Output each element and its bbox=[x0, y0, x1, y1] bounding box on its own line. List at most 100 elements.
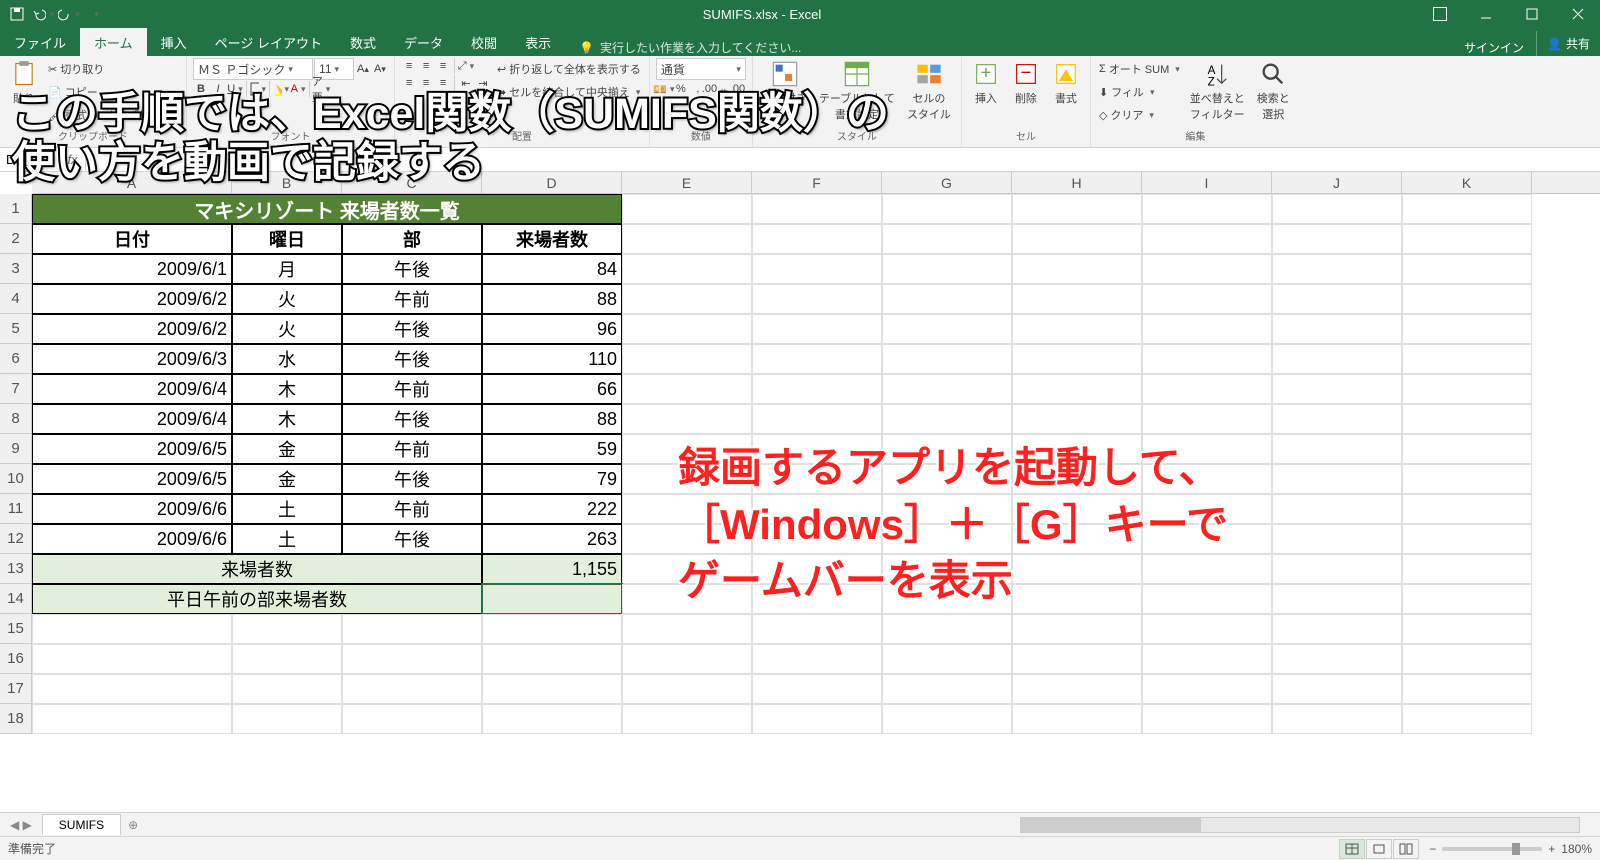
zoom-level[interactable]: 180% bbox=[1561, 842, 1592, 856]
row-7[interactable]: 7 bbox=[0, 374, 32, 404]
delete-cells-button[interactable]: −削除 bbox=[1008, 58, 1044, 108]
cell-part[interactable]: 午前 bbox=[342, 284, 482, 314]
copy-button[interactable]: 📄コピー bbox=[46, 81, 180, 103]
cell-part[interactable]: 午前 bbox=[342, 434, 482, 464]
cell-part[interactable]: 午後 bbox=[342, 404, 482, 434]
fx-button[interactable]: fx bbox=[60, 148, 86, 171]
cell-dow[interactable]: 火 bbox=[232, 314, 342, 344]
row-3[interactable]: 3 bbox=[0, 254, 32, 284]
format-as-table-button[interactable]: テーブルとして書式設定 bbox=[815, 58, 899, 124]
col-E[interactable]: E bbox=[622, 172, 752, 193]
align-center-icon[interactable]: ≡ bbox=[418, 75, 434, 91]
format-cells-button[interactable]: 書式 bbox=[1048, 58, 1084, 108]
cell-visitors[interactable]: 59 bbox=[482, 434, 622, 464]
cell-visitors[interactable]: 96 bbox=[482, 314, 622, 344]
tellme-search[interactable]: 💡 実行したい作業を入力してください... bbox=[565, 39, 801, 56]
cell-date[interactable]: 2009/6/5 bbox=[32, 434, 232, 464]
font-name-combo[interactable]: ＭＳ Ｐゴシック▾ bbox=[193, 58, 313, 80]
tab-home[interactable]: ホーム bbox=[80, 28, 147, 56]
row-1[interactable]: 1 bbox=[0, 194, 32, 224]
align-bottom-icon[interactable]: ≡ bbox=[435, 58, 451, 74]
border-button[interactable]: ▾ bbox=[250, 81, 266, 97]
col-C[interactable]: C bbox=[342, 172, 482, 193]
cell-part[interactable]: 午前 bbox=[342, 494, 482, 524]
page-break-view-icon[interactable] bbox=[1393, 839, 1419, 859]
cell-dow[interactable]: 土 bbox=[232, 494, 342, 524]
name-box[interactable]: D bbox=[0, 148, 60, 171]
cell-dow[interactable]: 火 bbox=[232, 284, 342, 314]
cell-dow[interactable]: 木 bbox=[232, 374, 342, 404]
bold-button[interactable]: B bbox=[193, 81, 209, 97]
col-D[interactable]: D bbox=[482, 172, 622, 193]
tab-pagelayout[interactable]: ページ レイアウト bbox=[201, 28, 336, 56]
underline-button[interactable]: U▾ bbox=[227, 81, 243, 97]
cell-dow[interactable]: 月 bbox=[232, 254, 342, 284]
row-4[interactable]: 4 bbox=[0, 284, 32, 314]
hdr-date[interactable]: 日付 bbox=[32, 224, 232, 254]
sheet-tab[interactable]: SUMIFS bbox=[42, 814, 121, 835]
cell-dow[interactable]: 木 bbox=[232, 404, 342, 434]
active-cell[interactable] bbox=[482, 584, 622, 614]
row-9[interactable]: 9 bbox=[0, 434, 32, 464]
cell-date[interactable]: 2009/6/3 bbox=[32, 344, 232, 374]
hdr-dow[interactable]: 曜日 bbox=[232, 224, 342, 254]
weekday-am-label[interactable]: 平日午前の部来場者数 bbox=[32, 584, 482, 614]
cell-date[interactable]: 2009/6/2 bbox=[32, 284, 232, 314]
row-11[interactable]: 11 bbox=[0, 494, 32, 524]
align-top-icon[interactable]: ≡ bbox=[401, 58, 417, 74]
total-value[interactable]: 1,155 bbox=[482, 554, 622, 584]
row-10[interactable]: 10 bbox=[0, 464, 32, 494]
wrap-text-button[interactable]: ↩折り返して全体を表示する bbox=[495, 58, 643, 80]
cell-date[interactable]: 2009/6/4 bbox=[32, 404, 232, 434]
increase-indent-icon[interactable]: ⇥ bbox=[475, 75, 491, 91]
tab-file[interactable]: ファイル bbox=[0, 28, 80, 56]
signin-button[interactable]: サインイン bbox=[1452, 39, 1536, 56]
cell-part[interactable]: 午後 bbox=[342, 254, 482, 284]
col-F[interactable]: F bbox=[752, 172, 882, 193]
paste-button[interactable]: 貼り bbox=[6, 58, 42, 108]
row-2[interactable]: 2 bbox=[0, 224, 32, 254]
tab-formulas[interactable]: 数式 bbox=[336, 28, 390, 56]
tab-review[interactable]: 校閲 bbox=[457, 28, 511, 56]
row-13[interactable]: 13 bbox=[0, 554, 32, 584]
row-18[interactable]: 18 bbox=[0, 704, 32, 734]
cell-part[interactable]: 午後 bbox=[342, 524, 482, 554]
cell-visitors[interactable]: 263 bbox=[482, 524, 622, 554]
fill-color-button[interactable]: ▾ bbox=[273, 81, 289, 97]
ribbon-display-icon[interactable] bbox=[1418, 0, 1462, 28]
cell-dow[interactable]: 土 bbox=[232, 524, 342, 554]
hdr-visitors[interactable]: 来場者数 bbox=[482, 224, 622, 254]
phonetic-button[interactable]: ア亜▾ bbox=[313, 81, 329, 97]
cell-visitors[interactable]: 66 bbox=[482, 374, 622, 404]
zoom-out-icon[interactable]: − bbox=[1429, 842, 1436, 856]
cell-part[interactable]: 午前 bbox=[342, 374, 482, 404]
cell-part[interactable]: 午後 bbox=[342, 314, 482, 344]
cell-part[interactable]: 午後 bbox=[342, 344, 482, 374]
accounting-format-icon[interactable]: 💴▾ bbox=[656, 81, 672, 97]
col-H[interactable]: H bbox=[1012, 172, 1142, 193]
cell-dow[interactable]: 金 bbox=[232, 464, 342, 494]
save-button[interactable] bbox=[6, 3, 28, 25]
find-select-button[interactable]: 検索と選択 bbox=[1253, 58, 1294, 124]
cell-visitors[interactable]: 88 bbox=[482, 284, 622, 314]
decrease-indent-icon[interactable]: ⇤ bbox=[458, 75, 474, 91]
cell-dow[interactable]: 水 bbox=[232, 344, 342, 374]
cut-button[interactable]: ✂切り取り bbox=[46, 58, 180, 80]
cell-date[interactable]: 2009/6/6 bbox=[32, 494, 232, 524]
number-format-combo[interactable]: 通貨▾ bbox=[656, 58, 746, 80]
add-sheet-button[interactable]: ⊕ bbox=[121, 815, 145, 835]
close-button[interactable] bbox=[1556, 0, 1600, 28]
col-K[interactable]: K bbox=[1402, 172, 1532, 193]
normal-view-icon[interactable] bbox=[1339, 839, 1365, 859]
cell-visitors[interactable]: 84 bbox=[482, 254, 622, 284]
zoom-in-icon[interactable]: + bbox=[1548, 842, 1555, 856]
undo-button[interactable]: ▾ bbox=[32, 3, 54, 25]
cell-visitors[interactable]: 79 bbox=[482, 464, 622, 494]
worksheet[interactable]: A B C D E F G H I J K 1 マキシリゾート 来場者数一覧 2… bbox=[0, 172, 1600, 812]
row-6[interactable]: 6 bbox=[0, 344, 32, 374]
sheet-nav[interactable]: ◀ ▶ bbox=[0, 818, 42, 832]
merge-center-button[interactable]: ⬌セルを結合して中央揃え▾ bbox=[495, 81, 643, 103]
fill-button[interactable]: ⬇フィル▾ bbox=[1097, 81, 1182, 103]
clear-button[interactable]: ◇クリア▾ bbox=[1097, 104, 1182, 126]
tab-view[interactable]: 表示 bbox=[511, 28, 565, 56]
